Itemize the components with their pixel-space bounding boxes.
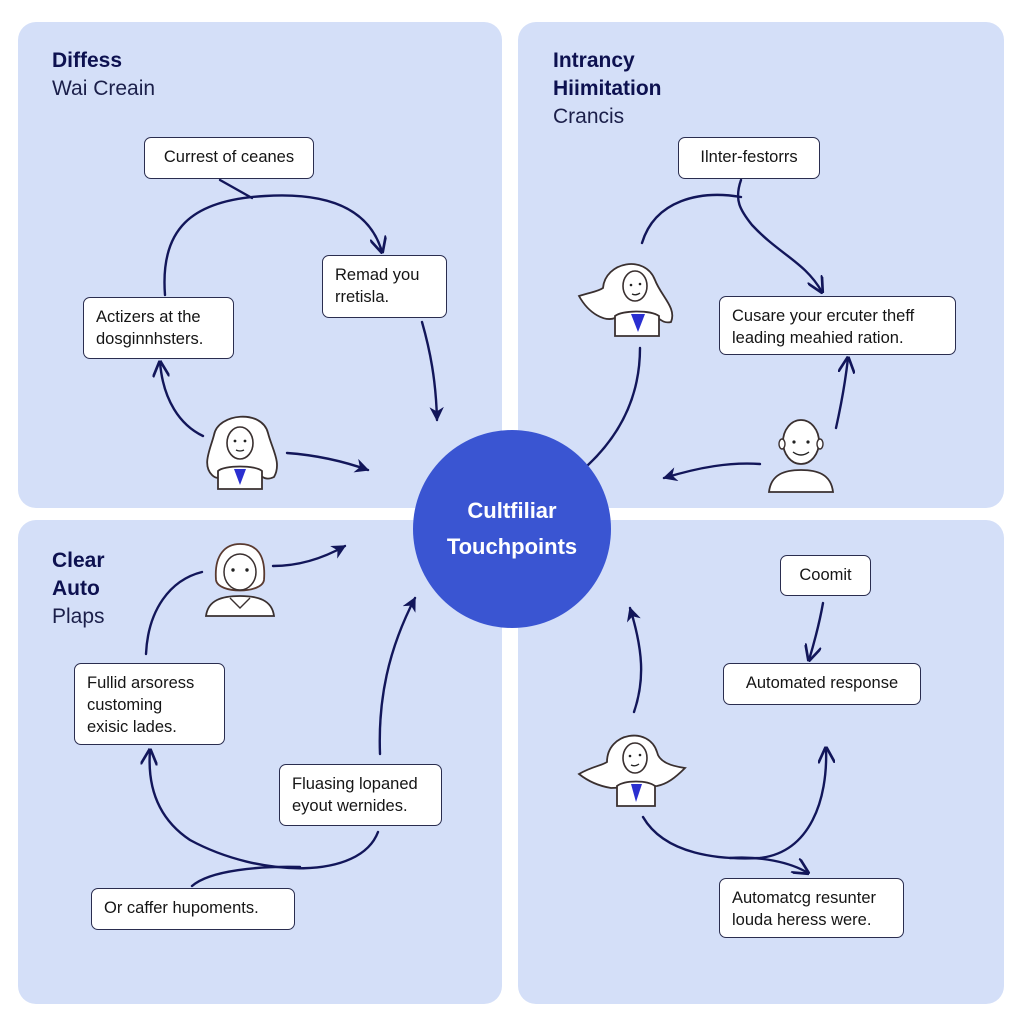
hub-title-line1: Cultfiliar	[467, 498, 557, 523]
node-cusare-your[interactable]: Cusare your ercuter theff leading meahie…	[719, 296, 956, 355]
node-automatcg-resunter[interactable]: Automatcg resunter louda heress were.	[719, 878, 904, 938]
bald-man-avatar-icon	[767, 419, 835, 493]
node-fluasing-lopaned[interactable]: Fluasing lopaned eyout wernides.	[279, 764, 442, 826]
node-automated-response[interactable]: Automated response	[723, 663, 921, 705]
woman-flowing-hair-avatar-icon	[577, 263, 674, 337]
heading-regular-line: Wai Creain	[52, 77, 156, 100]
heading-regular-line: Crancis	[553, 105, 625, 128]
hub-title-line2: Touchpoints	[446, 534, 578, 559]
heading-bold-line: Hiimitation	[553, 77, 662, 100]
woman-long-hair-avatar-icon	[206, 415, 278, 490]
heading-bold-line: Clear	[52, 549, 105, 572]
heading-regular-line: Plaps	[52, 605, 105, 628]
heading-bold-line: Diffess	[52, 49, 123, 72]
node-commit[interactable]: Coomit	[780, 555, 871, 596]
heading-bottom-left: Clear Auto Plaps	[52, 547, 105, 631]
node-inter-festorrs[interactable]: Ilnter-festorrs	[678, 137, 820, 179]
node-current-of-ceanes[interactable]: Currest of ceanes	[144, 137, 314, 179]
heading-top-right: Intrancy Hiimitation Crancis	[553, 47, 662, 131]
hooded-person-avatar-icon	[204, 543, 276, 617]
heading-top-left: Diffess Wai Creain	[52, 47, 155, 103]
node-or-caffer[interactable]: Or caffer hupoments.	[91, 888, 295, 930]
node-remad-you[interactable]: Remad you rretisla.	[322, 255, 447, 318]
heading-bold-line: Intrancy	[553, 49, 635, 72]
node-actizers[interactable]: Actizers at the dosginnhsters.	[83, 297, 234, 359]
hub-touchpoints[interactable]: Cultfiliar Touchpoints	[413, 430, 611, 628]
node-fullid-arsoress[interactable]: Fullid arsoress customing exisic lades.	[74, 663, 225, 745]
woman-winged-hair-avatar-icon	[577, 734, 687, 807]
heading-bold-line: Auto	[52, 577, 100, 600]
